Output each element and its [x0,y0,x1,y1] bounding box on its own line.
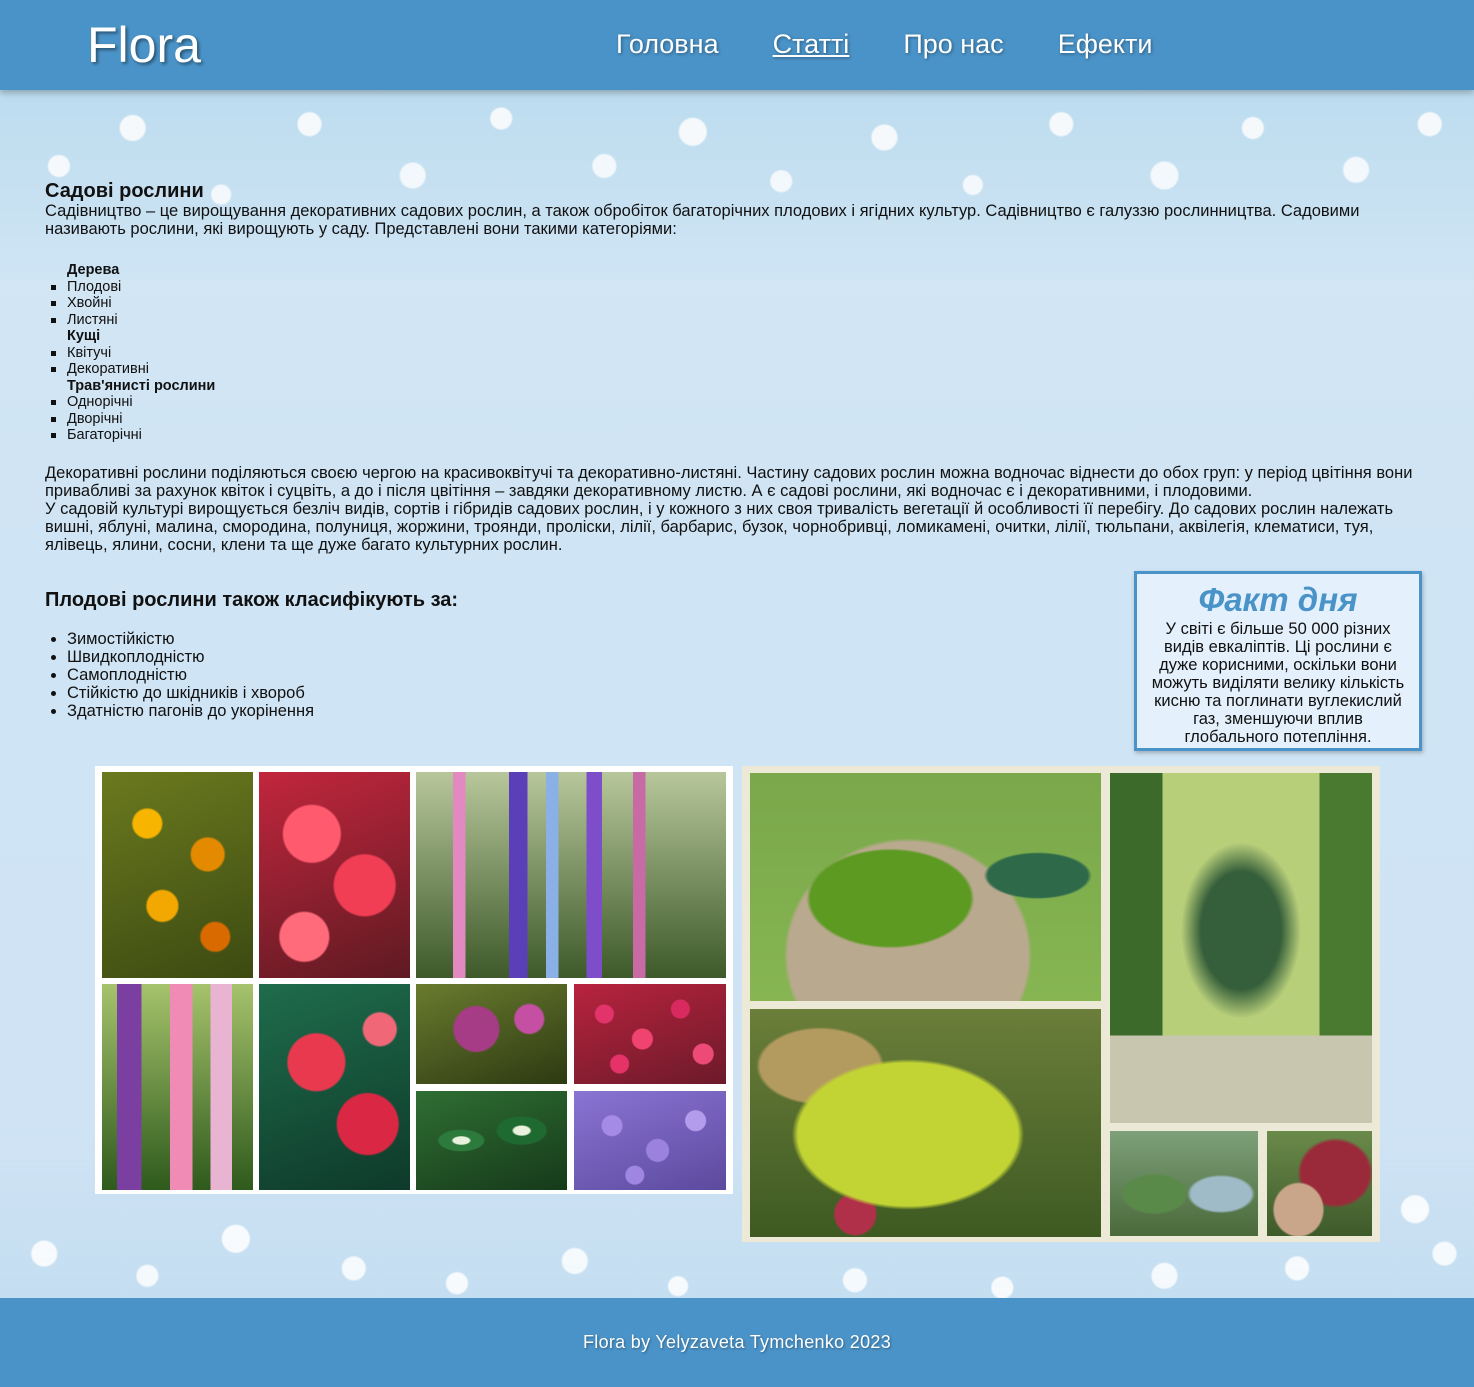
barberry-rock-photo [1267,1131,1372,1236]
body-paragraphs: Декоративні рослини поділяються своєю че… [45,464,1435,554]
hosta-photo [416,1091,567,1190]
phlox-photo [259,772,410,978]
spruce-garden-photo [1110,1131,1258,1236]
aquilegia-photo [416,984,567,1084]
columnar-juniper-photo [1110,773,1372,1123]
delphinium-photo [416,772,726,978]
nav-effects[interactable]: Ефекти [1058,26,1153,62]
article-title: Садові рослини [45,180,204,202]
list-item: Дворічні [45,411,1435,428]
main-nav: Головна Статті Про нас Ефекти [616,26,1207,62]
fact-of-the-day-box: Факт дня У світі є більше 50 000 різних … [1134,571,1422,751]
fact-title: Факт дня [1198,581,1358,618]
footer-credit: Flora by Yelyzaveta Tymchenko 2023 [582,1332,892,1352]
site-logo[interactable]: Flora [87,14,201,76]
nav-about[interactable]: Про нас [903,26,1003,62]
fact-text: У світі є більше 50 000 різних видів евк… [1151,620,1405,746]
list-item: Плодові [45,279,1435,296]
garden-culture-paragraph: У садовій культурі вирощується безліч ви… [45,499,1394,554]
plant-categories-list: Дерева Плодові Хвойні Листяні Кущі Квіту… [45,262,1435,444]
category-group-trees: Дерева [67,262,120,278]
list-item: Квітучі [45,345,1435,362]
carnation-photo [259,984,410,1190]
site-header: Flora Головна Статті Про нас Ефекти [0,0,1474,90]
list-item: Листяні [45,312,1435,329]
juniper-shrub-photo [750,1009,1101,1237]
rudbeckia-photo [102,772,253,978]
aster-photo [574,984,726,1084]
nav-home[interactable]: Головна [616,26,719,62]
site-footer: Flora by Yelyzaveta Tymchenko 2023 [0,1298,1474,1387]
flowers-collage-image [95,766,733,1194]
list-item: Хвойні [45,295,1435,312]
list-item: Декоративні [45,361,1435,378]
intro-paragraph: Садівництво – це вирощування декоративни… [45,202,1360,238]
category-group-shrubs: Кущі [67,328,101,344]
lupine-photo [102,984,253,1190]
nav-articles[interactable]: Статті [773,26,850,62]
conifer-garden-photo [750,773,1101,1001]
list-item: Однорічні [45,394,1435,411]
decorative-plants-paragraph: Декоративні рослини поділяються своєю че… [45,463,1413,500]
conifers-collage-image [742,766,1380,1242]
michaelmas-daisy-photo [574,1091,726,1190]
list-item: Багаторічні [45,427,1435,444]
category-group-herbaceous: Трав'янисті рослини [67,377,216,394]
